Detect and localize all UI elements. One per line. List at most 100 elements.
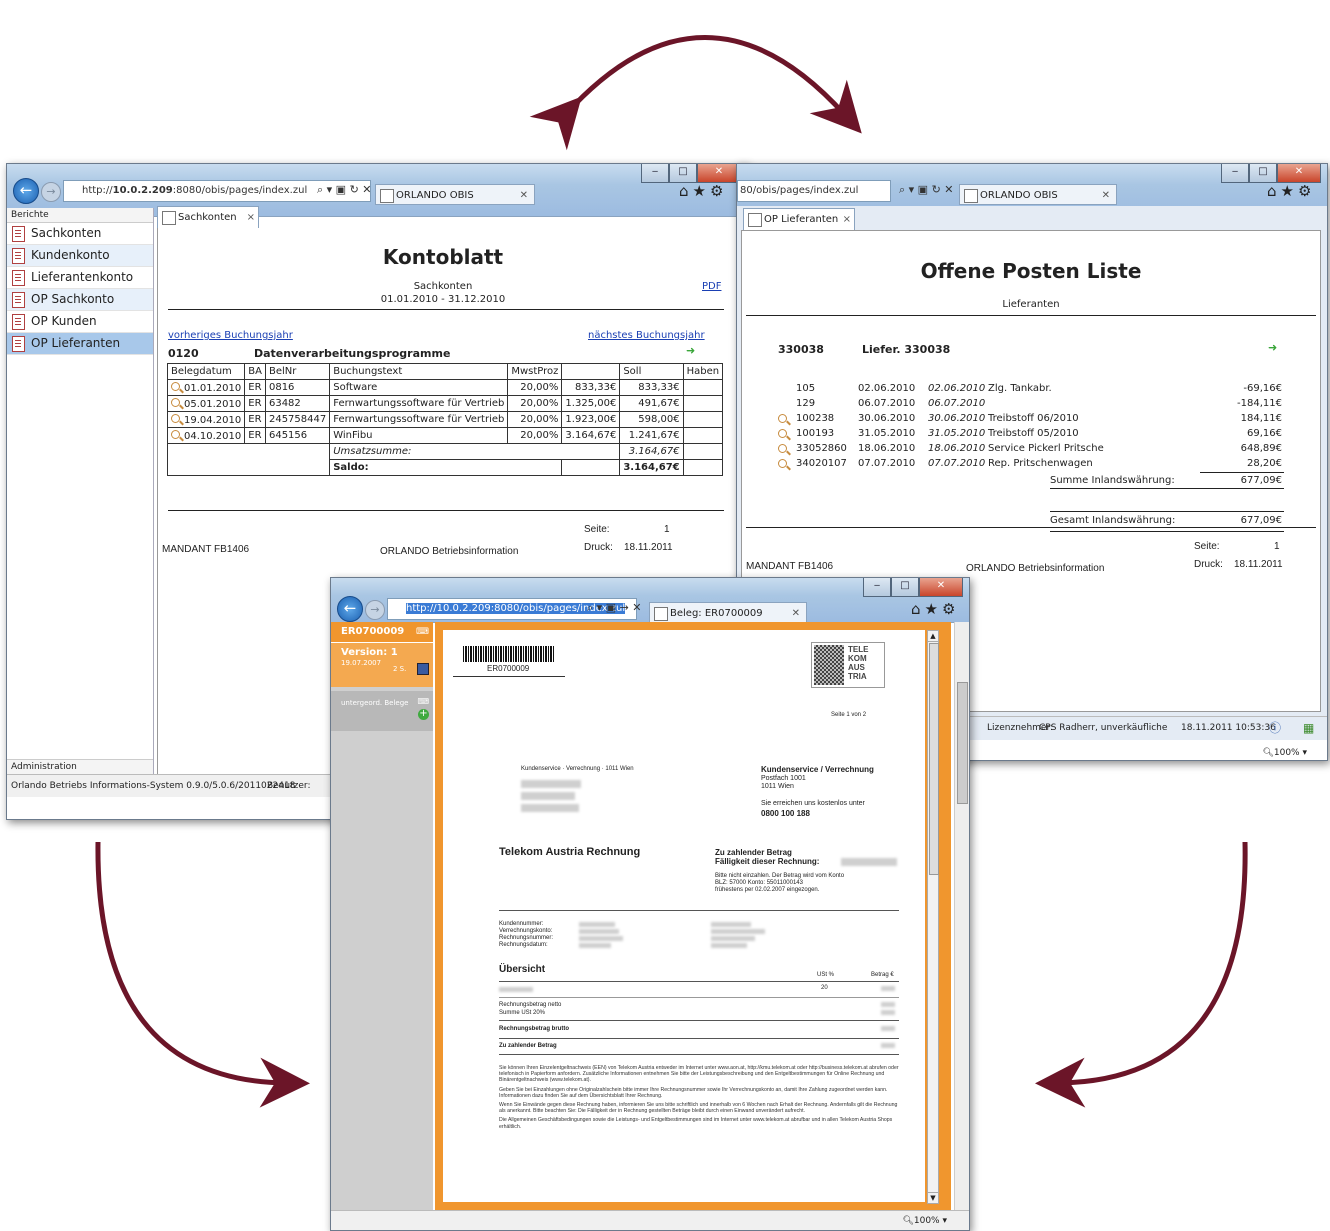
tab-sachkonten[interactable]: Sachkonten × [157, 206, 259, 229]
cell-ba: ER [244, 379, 266, 396]
favorites-icon[interactable]: ★ [925, 600, 942, 618]
table-row[interactable]: 05.01.2010 ER 63482 Fernwartungssoftware… [166, 395, 724, 412]
browser-tab[interactable]: Beleg: ER0700009 ✕ [649, 602, 807, 623]
sidebar-item-op-kunden[interactable]: OP Kunden [7, 311, 153, 333]
add-icon[interactable]: + [418, 709, 429, 720]
scroll-thumb[interactable] [929, 643, 939, 875]
browser-tab-label: Beleg: ER0700009 [670, 608, 763, 619]
page-scroll-thumb[interactable] [957, 682, 968, 804]
info-icon[interactable]: ⓘ [1269, 717, 1281, 739]
table-row[interactable]: 04.10.2010 ER 645156 WinFibu 20,00% 3.16… [166, 427, 724, 444]
close-button[interactable]: ✕ [697, 164, 741, 183]
cell-text: Fernwartungssoftware für Vertrieb [329, 411, 509, 428]
zoom-control[interactable]: 🔍︎100% ▾ [902, 1211, 947, 1230]
list-item[interactable]: 34020107 07.07.2010 07.07.2010 Rep. Prit… [742, 456, 1320, 471]
minimize-button[interactable]: ‒ [641, 164, 669, 183]
table-row[interactable]: 19.04.2010 ER 245758447 Fernwartungssoft… [166, 411, 724, 428]
close-button[interactable]: ✕ [919, 578, 963, 597]
list-item[interactable]: 100193 31.05.2010 31.05.2010 Treibstoff … [742, 426, 1320, 441]
zahlen-label: Zu zahlender Betrag [499, 1043, 557, 1049]
magnifier-icon[interactable] [778, 444, 787, 453]
close-tab-icon[interactable]: ✕ [792, 603, 800, 622]
seite-label: Seite: [1194, 541, 1220, 552]
home-icon[interactable]: ⌂ [911, 600, 925, 618]
maximize-button[interactable]: □ [1249, 164, 1277, 183]
list-item[interactable]: 129 06.07.2010 06.07.2010 -184,11€ [742, 396, 1320, 411]
gear-icon[interactable]: ⚙ [710, 182, 727, 200]
amount-redacted [881, 1043, 895, 1048]
favorites-icon[interactable]: ★ [1281, 182, 1298, 200]
sidebar-item-sachkonten[interactable]: Sachkonten [7, 223, 153, 245]
back-button[interactable]: ← [13, 178, 39, 204]
column-header: BelNr [264, 363, 331, 380]
save-icon[interactable] [417, 663, 429, 675]
keyboard-icon[interactable]: ⌨ [416, 622, 429, 642]
document-header: ER0700009 ⌨ [331, 622, 433, 642]
vertical-scrollbar[interactable]: ▲ ▼ [927, 630, 939, 1204]
previous-year-link[interactable]: vorheriges Buchungsjahr [168, 330, 293, 341]
item-date1: 06.07.2010 [858, 398, 916, 409]
gear-icon[interactable]: ⚙ [1298, 182, 1315, 200]
table-row[interactable]: 01.01.2010 ER 0816 Software 20,00% 833,3… [166, 379, 724, 396]
zoom-icon: 🔍︎ [902, 1216, 914, 1226]
close-tab-icon[interactable]: × [843, 209, 851, 230]
address-controls[interactable]: ⌕ ▾ ▣ ↻ ✕ [899, 183, 954, 197]
sidebar-footer[interactable]: Administration [7, 759, 153, 774]
arrow-right-icon[interactable]: ➜ [1268, 341, 1277, 354]
zoom-control[interactable]: 🔍︎100% ▾ [1262, 748, 1307, 758]
forward-button[interactable]: → [41, 182, 61, 202]
toolbar-icons: ⌂★⚙ [1267, 182, 1315, 200]
scroll-up-icon[interactable]: ▲ [928, 631, 938, 642]
close-tab-icon[interactable]: ✕ [520, 185, 528, 204]
magnifier-icon[interactable] [171, 429, 180, 439]
maximize-button[interactable]: □ [891, 578, 919, 597]
close-button[interactable]: ✕ [1277, 164, 1321, 183]
customer-values-redacted-2 [711, 922, 765, 948]
address-controls[interactable]: ⌕ ▾ ▣ ↻ ✕ [317, 183, 372, 197]
back-button[interactable]: ← [337, 596, 363, 622]
close-tab-icon[interactable]: ✕ [1102, 185, 1110, 204]
saldo-row: Saldo: 3.164,67€ [166, 459, 724, 476]
tab-op-lieferanten[interactable]: OP Lieferanten × [743, 208, 855, 231]
magnifier-icon[interactable] [171, 381, 180, 391]
forward-button[interactable]: → [365, 600, 385, 620]
sidebar-item-label: Sachkonten [31, 226, 102, 240]
magnifier-icon[interactable] [778, 414, 787, 423]
list-item[interactable]: 105 02.06.2010 02.06.2010 Zlg. Tankabr. … [742, 381, 1320, 396]
page-scrollbar[interactable] [954, 622, 969, 1210]
close-tab-icon[interactable]: × [247, 207, 255, 228]
telekom-logo: TELE KOM AUS TRIA [811, 642, 885, 688]
sidebar-item-op-sachkonto[interactable]: OP Sachkonto [7, 289, 153, 311]
minimize-button[interactable]: ‒ [1221, 164, 1249, 183]
maximize-button[interactable]: □ [669, 164, 697, 183]
address-controls[interactable]: ⌕ ▾ ▣ → ✕ [587, 601, 642, 615]
sidebar-item-lieferantenkonto[interactable]: Lieferantenkonto [7, 267, 153, 289]
browser-tab[interactable]: ORLANDO OBIS ✕ [375, 184, 535, 205]
home-icon[interactable]: ⌂ [679, 182, 693, 200]
scroll-down-icon[interactable]: ▼ [928, 1192, 938, 1203]
sidebar-item-op-lieferanten[interactable]: OP Lieferanten [7, 333, 153, 355]
umsatz-value: 3.164,67€ [619, 443, 684, 460]
list-item[interactable]: 33052860 18.06.2010 18.06.2010 Service P… [742, 441, 1320, 456]
magnifier-icon[interactable] [778, 429, 787, 438]
magnifier-icon[interactable] [171, 397, 180, 407]
pdf-link[interactable]: PDF [702, 281, 721, 292]
sidebar-item-kundenkonto[interactable]: Kundenkonto [7, 245, 153, 267]
gear-icon[interactable]: ⚙ [942, 600, 959, 618]
cell-soll: 833,33€ [619, 379, 684, 396]
list-item[interactable]: 100238 30.06.2010 30.06.2010 Treibstoff … [742, 411, 1320, 426]
keyboard-icon[interactable]: ⌨ [417, 697, 429, 706]
seite-value: 1 [664, 524, 670, 535]
arrow-right-icon[interactable]: ➜ [686, 344, 695, 357]
export-icon[interactable]: ▦ [1303, 717, 1314, 739]
magnifier-icon[interactable] [171, 413, 180, 423]
browser-tab[interactable]: ORLANDO OBIS ✕ [959, 184, 1117, 205]
minimize-button[interactable]: ‒ [863, 578, 891, 597]
address-bar[interactable]: 80/obis/pages/index.zul [737, 180, 891, 202]
column-header: Buchungstext [329, 363, 509, 380]
home-icon[interactable]: ⌂ [1267, 182, 1281, 200]
favorites-icon[interactable]: ★ [693, 182, 710, 200]
magnifier-icon[interactable] [778, 459, 787, 468]
column-header: BA [244, 363, 266, 380]
next-year-link[interactable]: nächstes Buchungsjahr [588, 330, 705, 341]
